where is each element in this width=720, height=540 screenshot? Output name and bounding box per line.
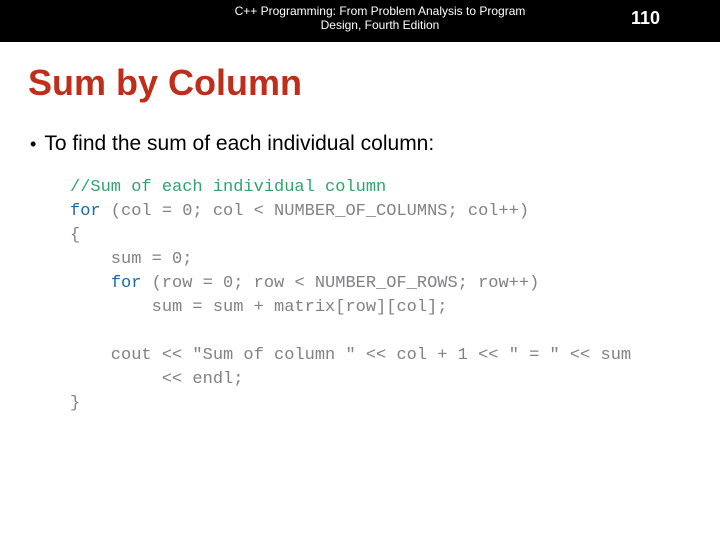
- code-l4: sum = 0;: [70, 250, 192, 269]
- book-title: C++ Programming: From Problem Analysis t…: [220, 4, 540, 32]
- code-l2-rest: (col = 0; col < NUMBER_OF_COLUMNS; col++…: [101, 202, 529, 221]
- code-l5-rest: (row = 0; row < NUMBER_OF_ROWS; row++): [141, 274, 539, 293]
- code-l7-pad: cout <<: [70, 346, 192, 365]
- code-l8: << endl;: [70, 370, 243, 389]
- code-kw-for-outer: for: [70, 202, 101, 221]
- code-l5-pad: [70, 274, 111, 293]
- page-number: 110: [631, 8, 660, 29]
- book-title-line2: Design, Fourth Edition: [321, 18, 440, 32]
- code-l7-str: "Sum of column ": [192, 346, 355, 365]
- header-bar: C++ Programming: From Problem Analysis t…: [0, 0, 720, 42]
- code-l9: }: [70, 394, 80, 413]
- bullet-text: To find the sum of each individual colum…: [44, 132, 434, 155]
- code-l7-str2: " = ": [509, 346, 560, 365]
- code-l3: {: [70, 226, 80, 245]
- slide-title: Sum by Column: [28, 62, 720, 104]
- code-comment: //Sum of each individual column: [70, 178, 386, 197]
- bullet-row: • To find the sum of each individual colu…: [30, 132, 720, 156]
- code-block: //Sum of each individual column for (col…: [70, 176, 720, 416]
- bullet-dot-icon: •: [30, 135, 36, 153]
- code-l7-end: << sum: [560, 346, 631, 365]
- code-kw-for-inner: for: [111, 274, 142, 293]
- code-l6: sum = sum + matrix[row][col];: [70, 298, 447, 317]
- code-l7-mid: << col + 1 <<: [356, 346, 509, 365]
- book-title-line1: C++ Programming: From Problem Analysis t…: [235, 4, 526, 18]
